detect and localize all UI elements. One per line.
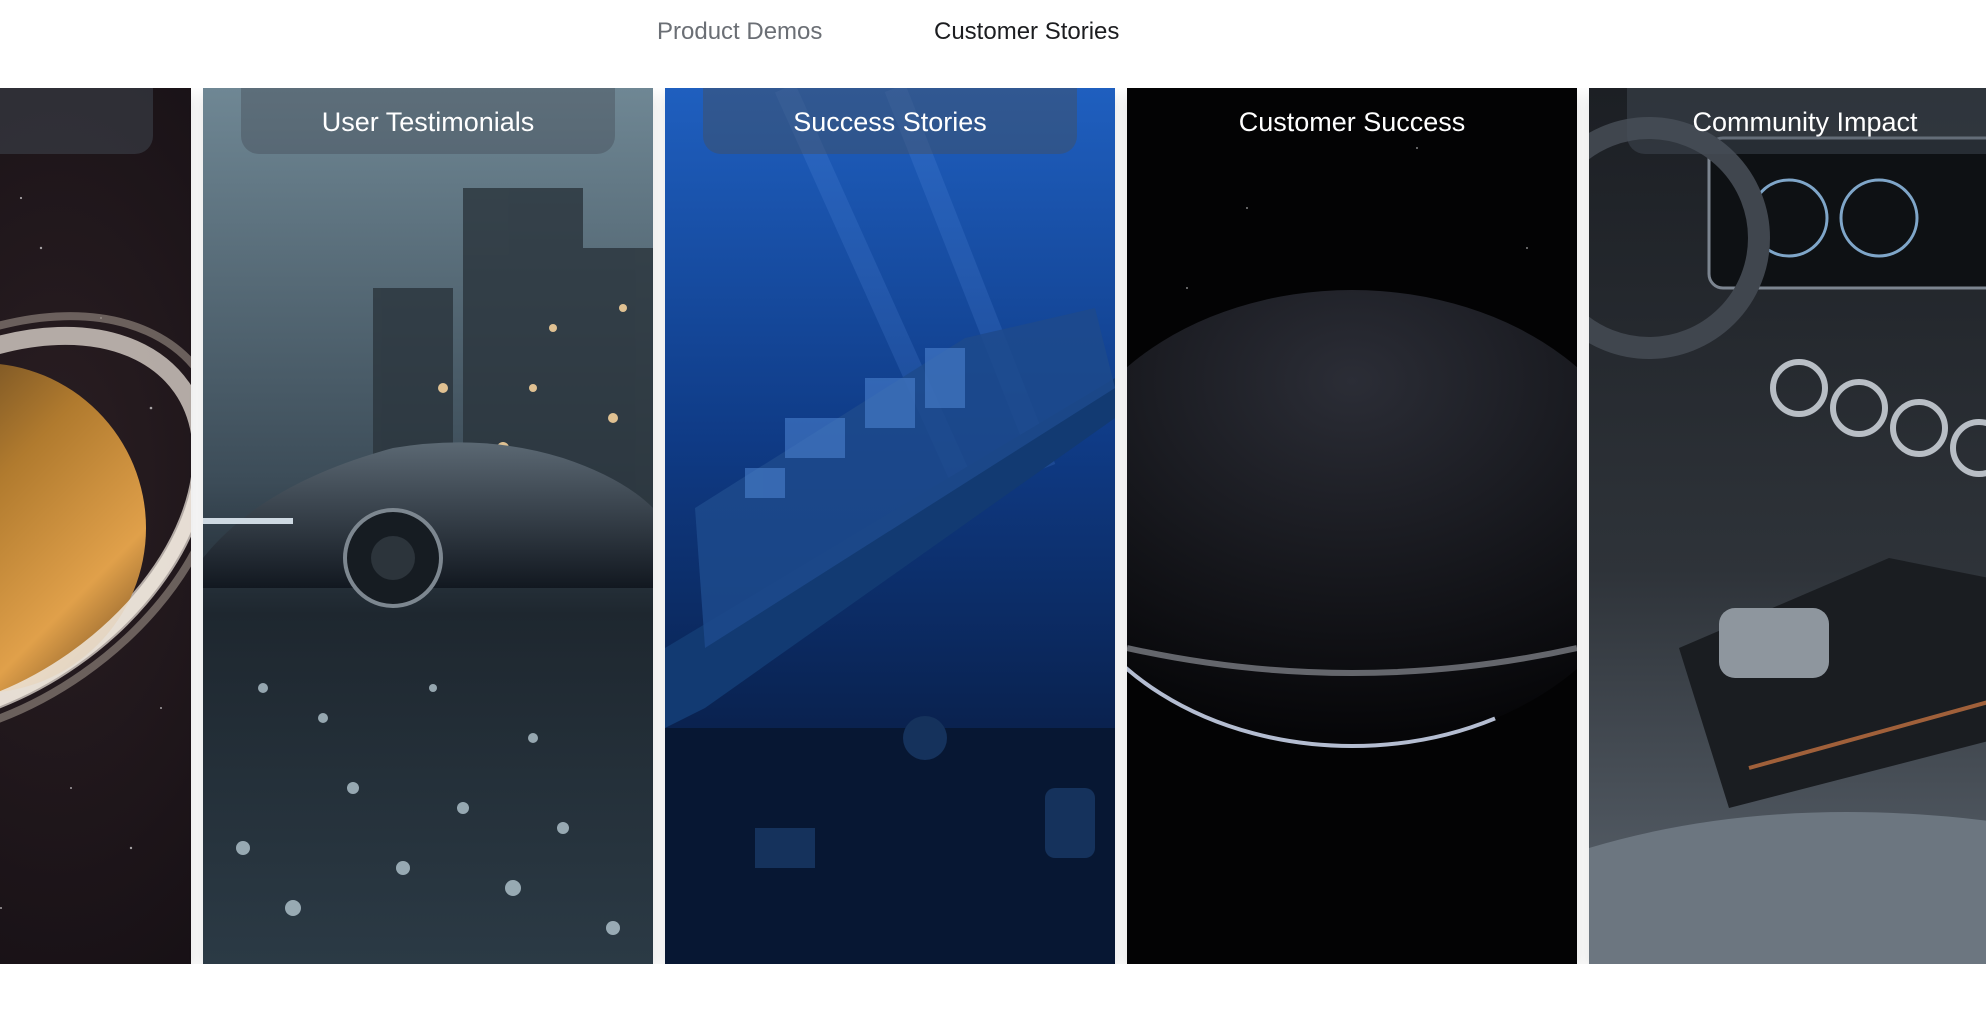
story-card-community-impact[interactable]: Community Impact <box>1589 88 1986 964</box>
card-title: Success Stories <box>793 107 987 137</box>
story-carousel[interactable]: perience <box>0 88 1986 964</box>
card-title: Customer Success <box>1238 107 1466 137</box>
tab-product-demos[interactable]: Product Demos <box>657 16 822 48</box>
story-card-customer-success[interactable]: Customer Success <box>1127 88 1577 964</box>
tab-customer-stories[interactable]: Customer Stories <box>934 16 1119 48</box>
card-title: User Testimonials <box>321 107 535 137</box>
card-title: Community Impact <box>1692 107 1918 137</box>
shipwreck-image <box>665 88 1115 964</box>
car-interior-image <box>1589 88 1986 964</box>
card-title: perience <box>0 106 135 138</box>
dark-planet-image <box>1127 88 1577 964</box>
sports-car-image <box>203 88 653 964</box>
story-card-success-stories[interactable]: Success Stories <box>665 88 1115 964</box>
story-card-user-testimonials[interactable]: User Testimonials <box>203 88 653 964</box>
story-card-experience[interactable]: perience <box>0 88 191 964</box>
ringed-planet-image <box>0 88 191 964</box>
tab-bar: Product Demos Customer Stories <box>0 0 1986 70</box>
